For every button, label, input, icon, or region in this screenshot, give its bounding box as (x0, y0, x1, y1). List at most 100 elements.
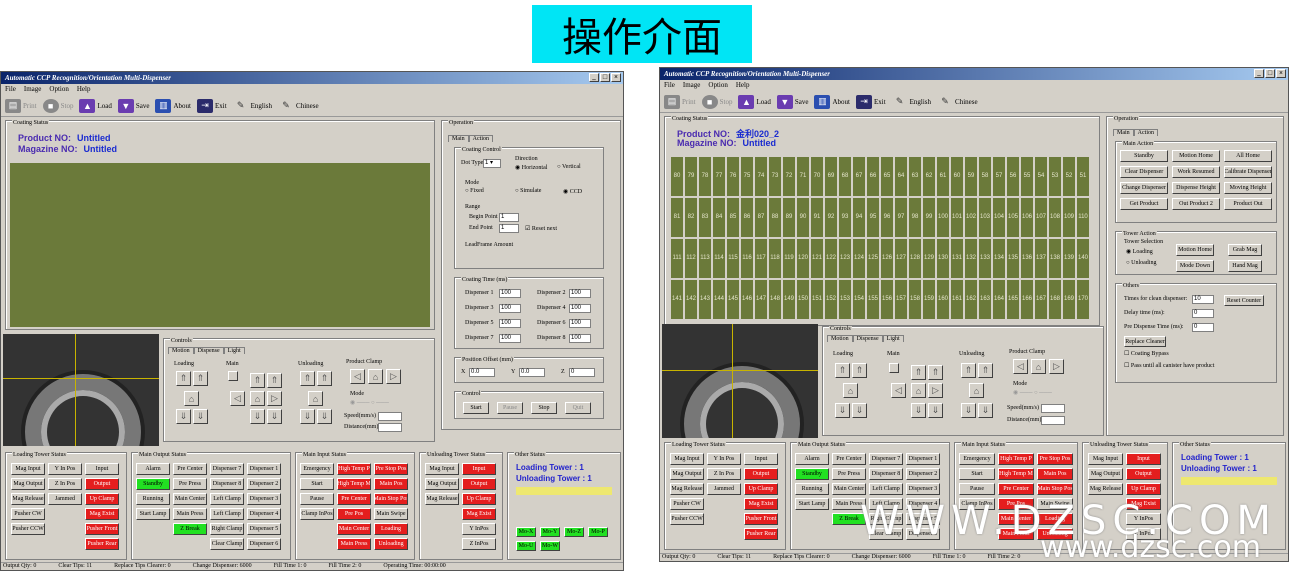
grid-cell[interactable]: 167 (1035, 280, 1047, 319)
minimize-icon[interactable]: _ (1254, 69, 1264, 78)
main-small-button[interactable] (889, 363, 899, 373)
grab-mag-button[interactable]: Grab Mag (1228, 244, 1262, 256)
z-offset-input[interactable]: 0 (569, 368, 595, 377)
main-input-button[interactable]: High Temp P (337, 463, 371, 475)
main-input-button[interactable]: Main Swipe (374, 508, 408, 520)
main-output-button[interactable]: Pre Press (832, 468, 866, 480)
main-output-button[interactable]: Pre Center (832, 453, 866, 465)
grid-cell[interactable]: 109 (1063, 198, 1075, 237)
save-button[interactable]: ▼ Save (776, 94, 808, 109)
menu-image[interactable]: Image (683, 81, 701, 91)
grid-cell[interactable]: 165 (1007, 280, 1019, 319)
loading-tower-button[interactable]: Mag Exist (744, 498, 778, 510)
grid-cell[interactable]: 54 (1035, 157, 1047, 196)
dispenser-4-input[interactable]: 100 (569, 304, 591, 313)
grid-cell[interactable]: 156 (881, 280, 893, 319)
main-small-button[interactable] (228, 371, 238, 381)
loading-tower-button[interactable]: Up Clamp (744, 483, 778, 495)
dispenser-3-input[interactable]: 100 (499, 304, 521, 313)
grid-cell[interactable]: 134 (993, 239, 1005, 278)
grid-cell[interactable]: 162 (965, 280, 977, 319)
main-input-button[interactable]: Main Stop Pos (374, 493, 408, 505)
menu-option[interactable]: Option (708, 81, 727, 91)
unloading-tower-button[interactable]: Mag Exist (462, 508, 496, 520)
menu-file[interactable]: File (664, 81, 675, 91)
main-input-button[interactable]: Main Stop Pos (1037, 483, 1073, 495)
unloading-tower-button[interactable]: Input (1126, 453, 1161, 465)
clamp-home-icon[interactable]: ⌂ (368, 369, 383, 384)
main-output-button[interactable]: Standby (795, 468, 829, 480)
tab-motion-2[interactable]: Motion (827, 335, 853, 342)
print-button[interactable]: ▤ Print (664, 94, 696, 109)
stop-button[interactable]: Stop (531, 402, 557, 414)
load-up-left-arrow[interactable]: ⇑ (176, 371, 191, 386)
grid-cell[interactable]: 53 (1049, 157, 1061, 196)
unloading-tower-button[interactable]: Mag Output (425, 478, 459, 490)
load-home-icon[interactable]: ⌂ (184, 391, 199, 406)
unload-up-right-arrow[interactable]: ⇑ (978, 363, 993, 378)
simulate-radio[interactable]: ○ Simulate (515, 188, 541, 194)
loading-tower-button[interactable]: Y In Pos (707, 453, 741, 465)
grid-cell[interactable]: 122 (825, 239, 837, 278)
grid-cell[interactable]: 87 (755, 198, 767, 237)
menu-help[interactable]: Help (77, 85, 91, 95)
reset-counter-button[interactable]: Reset Counter (1224, 295, 1264, 306)
main-action-button[interactable]: Product Out (1224, 198, 1272, 210)
main-output-button[interactable]: Dispenser 7 (869, 453, 903, 465)
loading-tower-button[interactable]: Pusher Rear (744, 528, 778, 540)
main-input-button[interactable]: Emergency (959, 453, 995, 465)
loading-tower-button[interactable]: Pusher CCW (11, 523, 45, 535)
main-right-arrow[interactable]: ▷ (267, 391, 282, 406)
main-down-right-arrow[interactable]: ⇓ (928, 403, 943, 418)
close-icon[interactable]: × (1276, 69, 1286, 78)
dispenser-8-input[interactable]: 100 (569, 334, 591, 343)
grid-cell[interactable]: 147 (755, 280, 767, 319)
loading-tower-button[interactable]: Pusher Front (744, 513, 778, 525)
grid-cell[interactable]: 132 (965, 239, 977, 278)
clamp-home-icon[interactable]: ⌂ (1031, 359, 1046, 374)
grid-cell[interactable]: 62 (923, 157, 935, 196)
clamp-mode-options[interactable]: ◉ ─── ○ ─── (350, 399, 389, 406)
grid-cell[interactable]: 120 (797, 239, 809, 278)
quit-button[interactable]: Quit (565, 402, 591, 414)
main-input-button[interactable]: Start (300, 478, 334, 490)
clamp-left-arrow[interactable]: ◁ (1013, 359, 1028, 374)
grid-cell[interactable]: 137 (1035, 239, 1047, 278)
delay-time-input[interactable]: 0 (1192, 309, 1214, 318)
tab-light[interactable]: Light (223, 347, 245, 354)
grid-cell[interactable]: 80 (671, 157, 683, 196)
grid-cell[interactable]: 151 (811, 280, 823, 319)
grid-cell[interactable]: 161 (951, 280, 963, 319)
load-down-right-arrow[interactable]: ⇓ (193, 409, 208, 424)
main-action-button[interactable]: Dispense Height (1172, 182, 1220, 194)
tab-main-2[interactable]: Main (1113, 129, 1134, 136)
main-up-left-arrow[interactable]: ⇑ (250, 373, 265, 388)
close-icon[interactable]: × (611, 73, 621, 82)
grid-cell[interactable]: 166 (1021, 280, 1033, 319)
grid-cell[interactable]: 96 (881, 198, 893, 237)
main-output-button[interactable]: Main Center (173, 493, 207, 505)
main-output-button[interactable]: Main Press (173, 508, 207, 520)
distance-input-2[interactable] (1041, 416, 1065, 425)
hand-mag-button[interactable]: Hand Mag (1228, 260, 1262, 272)
grid-cell[interactable]: 72 (783, 157, 795, 196)
main-input-button[interactable]: High Temp M (998, 468, 1034, 480)
main-home-icon[interactable]: ⌂ (911, 383, 926, 398)
loading-tower-button[interactable]: Mag Input (11, 463, 45, 475)
grid-cell[interactable]: 103 (979, 198, 991, 237)
grid-cell[interactable]: 141 (671, 280, 683, 319)
coating-canvas[interactable] (10, 163, 430, 327)
grid-cell[interactable]: 58 (979, 157, 991, 196)
loading-tower-button[interactable]: Output (744, 468, 778, 480)
main-down-left-arrow[interactable]: ⇓ (911, 403, 926, 418)
main-action-button[interactable]: Change Dispenser (1120, 182, 1168, 194)
grid-cell[interactable]: 139 (1063, 239, 1075, 278)
grid-cell[interactable]: 56 (1007, 157, 1019, 196)
vertical-radio[interactable]: ○ Vertical (557, 164, 581, 170)
unloading-tower-button[interactable]: Mag Input (1088, 453, 1123, 465)
unloading-tower-button[interactable]: Z InPos (462, 538, 496, 550)
main-output-button[interactable]: Clear Clamp (210, 538, 244, 550)
grid-cell[interactable]: 164 (993, 280, 1005, 319)
grid-cell[interactable]: 82 (685, 198, 697, 237)
grid-cell[interactable]: 93 (839, 198, 851, 237)
